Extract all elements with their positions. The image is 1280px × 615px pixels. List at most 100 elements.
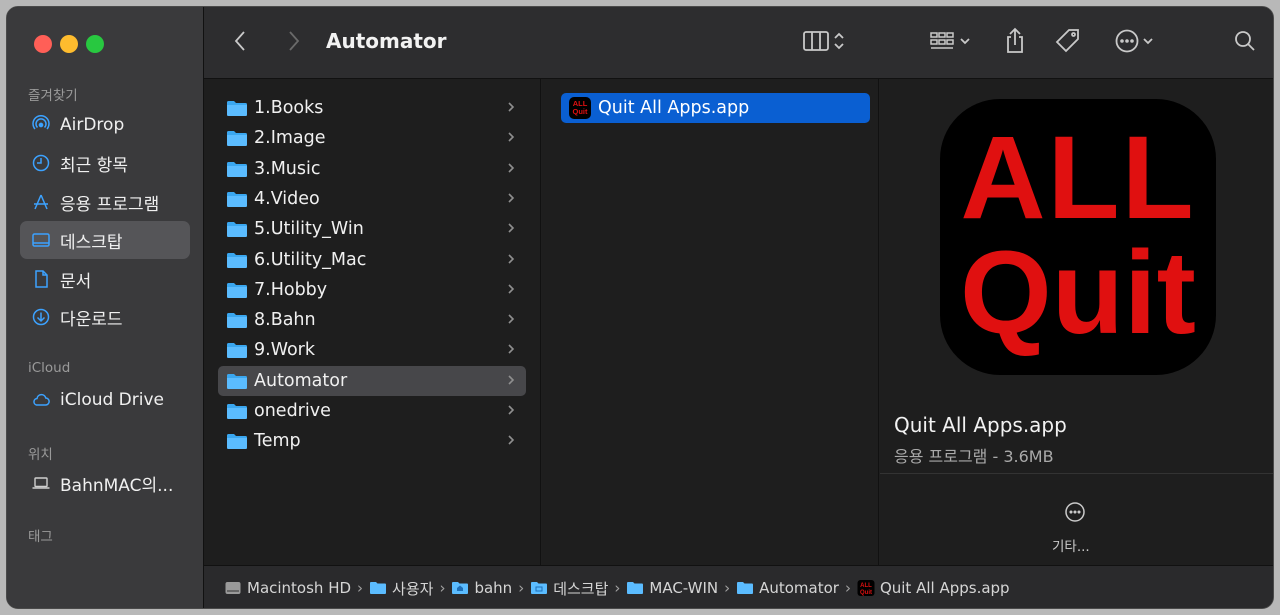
breadcrumb-label: MAC-WIN [649, 579, 719, 597]
sidebar-item-desktop[interactable]: 데스크탑 [20, 221, 190, 259]
airdrop-icon [30, 114, 52, 136]
folder-icon [626, 580, 644, 596]
close-button[interactable] [34, 35, 52, 53]
share-icon [1003, 27, 1027, 59]
list-item[interactable]: 5.Utility_Win [218, 214, 526, 244]
list-item-label: 2.Image [254, 128, 326, 149]
more-button-label[interactable]: 기타... [1052, 535, 1090, 555]
view-mode-button[interactable] [796, 27, 852, 59]
sidebar-item-label: 최근 항목 [60, 155, 128, 176]
desktop-icon [30, 229, 52, 251]
preview-icon-text-top: ALL [960, 112, 1196, 244]
list-item[interactable]: 4.Video [218, 184, 526, 214]
chevron-updown-icon [832, 30, 846, 56]
preview-pane: ALL Quit Quit All Apps.app 응용 프로그램 - 3.6… [880, 79, 1273, 565]
list-item[interactable]: 2.Image [218, 123, 526, 153]
window-title: Automator [326, 29, 447, 53]
folder-icon [226, 311, 248, 329]
folder-icon [226, 99, 248, 117]
sidebar-item-documents[interactable]: 문서 [20, 260, 190, 298]
app-icon: ALL Quit [569, 97, 591, 119]
list-item[interactable]: 3.Music [218, 154, 526, 184]
sidebar-item-applications[interactable]: 응용 프로그램 [20, 183, 190, 221]
chevron-right-icon [506, 341, 516, 357]
breadcrumb-label: Quit All Apps.app [879, 579, 1010, 597]
preview-icon-text-bottom: Quit [960, 227, 1196, 359]
list-item-quit-all-apps[interactable]: ALL Quit Quit All Apps.app [561, 93, 870, 123]
sidebar-item-downloads[interactable]: 다운로드 [20, 298, 190, 336]
sidebar-item-this-mac[interactable]: BahnMAC의... [20, 464, 190, 502]
breadcrumb-item[interactable]: Macintosh HD › [224, 579, 369, 597]
breadcrumb-item[interactable]: 사용자 › [369, 578, 451, 599]
document-icon [30, 268, 52, 290]
breadcrumb-item[interactable]: Automator › [736, 579, 857, 597]
column-automator: ALL Quit Quit All Apps.app [542, 79, 879, 565]
breadcrumb-item[interactable]: bahn › [451, 579, 530, 597]
sidebar-item-icloud-drive[interactable]: iCloud Drive [20, 381, 190, 419]
folder-icon [226, 160, 248, 178]
breadcrumb-label: 데스크탑 [553, 579, 609, 598]
breadcrumb-label: bahn [474, 579, 513, 597]
column-desktop: 1.Books 2.Image 3.Music 4.Video 5.Utility_Wi… [204, 79, 541, 565]
sidebar-item-label: 문서 [60, 271, 92, 292]
sidebar-item-airdrop[interactable]: AirDrop [20, 106, 190, 144]
sidebar-item-recents[interactable]: 최근 항목 [20, 144, 190, 182]
breadcrumb-item[interactable]: 데스크탑 › [530, 578, 626, 599]
list-item[interactable]: 1.Books [218, 93, 526, 123]
sidebar-item-label: 다운로드 [60, 309, 123, 330]
sidebar-item-label: 데스크탑 [60, 232, 123, 253]
list-item-label: 7.Hobby [254, 279, 328, 300]
group-button[interactable] [922, 27, 978, 59]
minimize-button[interactable] [60, 35, 78, 53]
action-button[interactable] [1110, 27, 1158, 59]
sidebar-item-label: iCloud Drive [60, 390, 165, 410]
chevron-down-icon [1141, 30, 1155, 56]
folder-icon [226, 372, 248, 390]
laptop-icon [30, 472, 52, 494]
disk-icon [224, 580, 242, 596]
chevron-right-icon [506, 281, 516, 297]
chevron-right-icon [506, 220, 516, 236]
breadcrumb-item[interactable]: MAC-WIN › [626, 579, 736, 597]
back-button[interactable] [230, 27, 250, 59]
list-item-label: Automator [254, 370, 348, 391]
list-item-label: Quit All Apps.app [598, 98, 750, 118]
list-item[interactable]: 6.Utility_Mac [218, 245, 526, 275]
preview-file-info: 응용 프로그램 - 3.6MB [894, 447, 1054, 466]
forward-button[interactable] [284, 27, 304, 59]
chevron-right-icon [506, 432, 516, 448]
finder-window: 즐겨찾기 AirDrop 최근 항목 응용 프로그램 데스크탑 문서 다운로드 … [6, 6, 1274, 609]
list-item-label: 3.Music [254, 158, 321, 179]
list-item-label: 4.Video [254, 188, 320, 209]
tags-heading: 태그 [28, 529, 53, 545]
svg-text:Quit: Quit [860, 590, 872, 596]
tag-button[interactable] [1054, 27, 1082, 59]
chevron-right-icon [506, 129, 516, 145]
chevron-right-icon [506, 99, 516, 115]
chevron-right-icon [506, 190, 516, 206]
list-item-label: 5.Utility_Win [254, 219, 364, 240]
share-button[interactable] [1002, 27, 1028, 59]
folder-icon [226, 190, 248, 208]
search-button[interactable] [1232, 27, 1258, 59]
list-item-label: Temp [254, 431, 301, 452]
list-item[interactable]: 7.Hobby [218, 275, 526, 305]
folder-icon [226, 402, 248, 420]
list-item[interactable]: Automator [218, 365, 526, 396]
more-icon[interactable] [1064, 501, 1086, 523]
home-folder-icon [451, 580, 469, 596]
list-item[interactable]: Temp [218, 426, 526, 456]
folder-icon [226, 251, 248, 269]
favorites-heading: 즐겨찾기 [28, 88, 78, 104]
list-item[interactable]: onedrive [218, 396, 526, 426]
list-item-label: 1.Books [254, 98, 324, 118]
toolbar: Automator [204, 7, 1273, 79]
desktop-folder-icon [530, 580, 548, 596]
zoom-button[interactable] [86, 35, 104, 53]
list-item[interactable]: 9.Work [218, 335, 526, 365]
sidebar-item-label: AirDrop [60, 115, 125, 135]
list-item[interactable]: 8.Bahn [218, 305, 526, 335]
list-item-label: 9.Work [254, 340, 316, 361]
applications-icon [30, 191, 52, 213]
breadcrumb-item[interactable]: ALL Quit Quit All Apps.app [857, 579, 1010, 597]
